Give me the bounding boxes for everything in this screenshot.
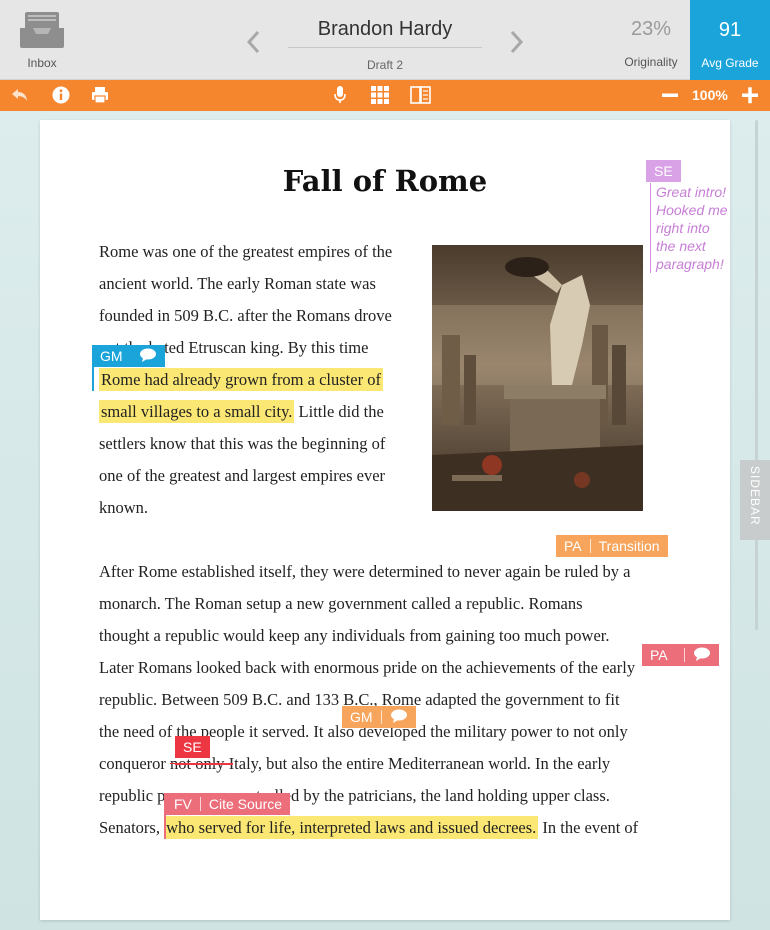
comment-bubble-icon[interactable] — [131, 348, 165, 365]
avg-grade-panel[interactable]: 91 Avg Grade — [690, 0, 770, 80]
print-icon[interactable] — [91, 86, 109, 104]
fv-cite-source-tag[interactable]: FV Cite Source — [166, 793, 291, 815]
comment-bubble-icon[interactable] — [685, 647, 719, 664]
avg-grade-value: 91 — [718, 19, 742, 41]
sidebar-label: SIDEBAR — [748, 466, 762, 526]
pa-annotation-tag[interactable]: PA — [642, 644, 719, 666]
annotation-marker — [92, 367, 94, 391]
inbox-label: Inbox — [27, 56, 57, 70]
sidebar-toggle[interactable]: SIDEBAR — [740, 460, 770, 540]
comment-bubble-icon[interactable] — [382, 709, 416, 726]
next-draft-arrow-icon[interactable] — [510, 30, 524, 60]
draft-label[interactable]: Draft 2 — [288, 58, 482, 72]
annotation-code: PA — [564, 538, 582, 554]
annotation-code: PA — [650, 647, 668, 663]
text-segment: Little did the — [294, 402, 384, 421]
gm-annotation-tag-2[interactable]: GM — [342, 706, 416, 728]
gm-annotation-tag[interactable]: GM — [92, 345, 165, 367]
annotation-code: FV — [174, 796, 192, 812]
inbox-icon — [19, 10, 65, 48]
highlighted-text[interactable]: Rome had already grown from a cluster of — [99, 368, 383, 391]
info-icon[interactable] — [52, 86, 70, 104]
student-info: Brandon Hardy Draft 2 — [288, 18, 482, 72]
text-segment: Senators, — [99, 818, 165, 837]
originality-score[interactable]: 23% Originality — [612, 18, 690, 69]
book-icon[interactable] — [410, 86, 432, 104]
paragraph-1: Rome was one of the greatest empires of … — [99, 236, 392, 524]
scrollbar[interactable] — [755, 120, 758, 630]
grid-icon[interactable] — [371, 86, 389, 104]
zoom-in-icon[interactable] — [742, 86, 758, 104]
top-header: Inbox Brandon Hardy Draft 2 23% Original… — [0, 0, 770, 80]
previous-draft-arrow-icon[interactable] — [246, 30, 260, 60]
zoom-level: 100% — [692, 87, 728, 103]
zoom-out-icon[interactable] — [662, 86, 678, 104]
annotation-label: Cite Source — [208, 796, 283, 812]
originality-label: Originality — [624, 55, 678, 69]
annotation-code: SE — [183, 739, 202, 755]
originality-value: 23% — [630, 18, 672, 40]
student-name: Brandon Hardy — [288, 18, 482, 48]
text-segment: Italy, but also the entire Mediterranean… — [224, 754, 611, 773]
highlighted-text[interactable]: small villages to a small city. — [99, 400, 295, 423]
text-line: one of the greatest and largest empires … — [99, 466, 386, 485]
text-line: known. — [99, 498, 149, 517]
text-line: founded in 509 B.C. after the Romans dro… — [99, 306, 392, 325]
text-line: ancient world. The early Roman state was — [99, 274, 376, 293]
text-line: Rome was one of the greatest empires of … — [99, 242, 393, 261]
annotation-comment: Great intro! Hooked me right into the ne… — [650, 183, 730, 273]
text-line: Later Romans looked back with enormous p… — [99, 658, 636, 677]
essay-paper: Fall of Rome Rome was one of the greates… — [40, 120, 730, 920]
undo-icon[interactable] — [10, 86, 30, 104]
fall-of-rome-painting — [432, 245, 643, 511]
avg-grade-label: Avg Grade — [701, 56, 759, 70]
microphone-icon[interactable] — [333, 86, 347, 104]
se-annotation-tag[interactable]: SE — [646, 160, 681, 182]
text-line: After Rome established itself, they were… — [99, 562, 631, 581]
inbox-button[interactable]: Inbox — [14, 10, 70, 70]
highlighted-text[interactable]: who served for life, interpreted laws an… — [164, 816, 539, 839]
text-line: thought a republic would keep any indivi… — [99, 626, 610, 645]
text-segment: conqueror — [99, 754, 171, 773]
annotation-code: GM — [100, 348, 123, 364]
annotation-marker — [164, 793, 166, 839]
essay-title: Fall of Rome — [282, 164, 488, 198]
annotation-label: Transition — [598, 538, 660, 554]
pa-transition-tag[interactable]: PA Transition — [556, 535, 668, 557]
annotation-code: SE — [654, 163, 673, 179]
annotation-code: GM — [350, 709, 373, 725]
annotation-marker — [175, 763, 233, 765]
text-segment: In the event of — [538, 818, 639, 837]
toolbar: 100% — [0, 80, 770, 111]
se-annotation-tag-2[interactable]: SE — [175, 736, 210, 758]
text-line: settlers know that this was the beginnin… — [99, 434, 386, 453]
text-line: monarch. The Roman setup a new governmen… — [99, 594, 583, 613]
